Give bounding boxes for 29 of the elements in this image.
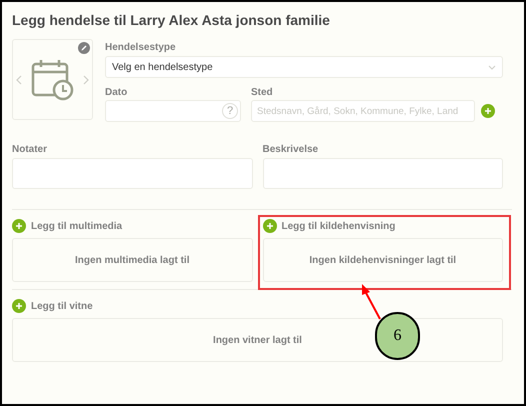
chevron-left-icon[interactable] xyxy=(16,74,22,84)
add-link[interactable]: Legg til kildehenvisning xyxy=(282,218,396,234)
add-icon[interactable] xyxy=(481,104,495,118)
add-icon[interactable] xyxy=(12,299,26,313)
callout-number: 6 xyxy=(375,312,420,360)
field-label: Sted xyxy=(251,86,274,99)
field-label: Hendelsestype xyxy=(105,41,177,54)
help-icon[interactable]: ? xyxy=(222,103,238,119)
chevron-right-icon[interactable] xyxy=(83,74,89,84)
dialog-title: Legg hendelse til Larry Alex Asta jonson familie xyxy=(12,11,331,30)
edit-icon[interactable] xyxy=(78,42,90,54)
empty-message: Ingen vitner lagt til xyxy=(213,334,302,348)
notes-field[interactable] xyxy=(12,158,252,189)
date-field[interactable]: ? xyxy=(105,100,241,122)
callout-arrow xyxy=(359,283,383,321)
add-icon[interactable] xyxy=(12,219,26,233)
field-label: Notater xyxy=(12,143,48,156)
field-label: Dato xyxy=(105,86,128,99)
add-icon[interactable] xyxy=(262,219,276,233)
place-field[interactable]: Stedsnavn, Gård, Sokn, Kommune, Fylke, Land xyxy=(251,100,475,122)
event-type-select[interactable]: Velg en hendelsestype xyxy=(105,56,503,78)
empty-message: Ingen multimedia lagt til xyxy=(75,254,190,268)
calendar-clock-icon xyxy=(30,58,74,100)
add-witness-link[interactable]: Legg til vitne xyxy=(31,298,93,314)
field-label: Beskrivelse xyxy=(262,143,320,156)
description-field[interactable] xyxy=(262,158,503,189)
empty-message: Ingen kildehenvisninger lagt til xyxy=(309,254,456,268)
add-link[interactable]: Legg til multimedia xyxy=(31,218,122,234)
chevron-down-icon xyxy=(488,64,496,70)
